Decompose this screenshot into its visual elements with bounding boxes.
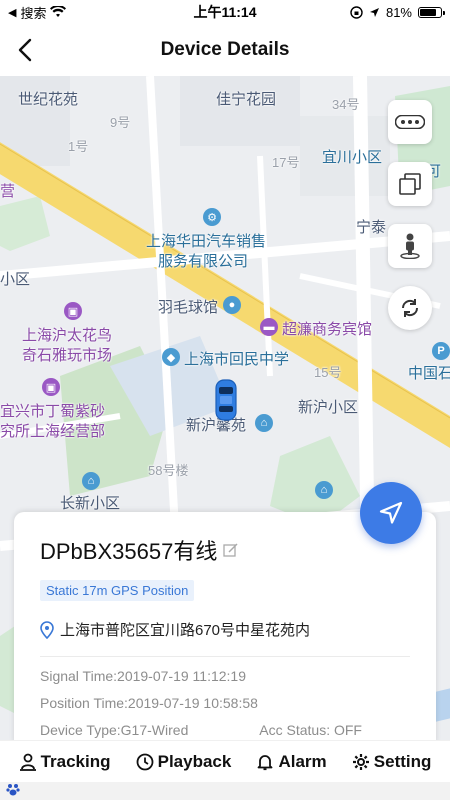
map-footer <box>0 782 450 800</box>
map-label: 究所上海经营部 <box>0 423 106 440</box>
map-label: 宜兴市丁蜀紫砂 <box>0 403 106 420</box>
action-bar: Tracking Playback Alarm Setting <box>0 740 450 782</box>
gps-status-badge: Static 17m GPS Position <box>40 580 195 601</box>
chevron-left-icon <box>18 38 32 62</box>
wifi-icon <box>50 6 67 17</box>
refresh-icon <box>401 299 419 317</box>
acc-status: Acc Status: OFF <box>259 722 362 738</box>
hotel-icon: ▬ <box>260 318 278 336</box>
carrier-label: 搜索 <box>20 5 47 21</box>
map-label: 15号 <box>314 365 342 380</box>
shopping-icon: ▣ <box>64 302 82 320</box>
playback-label: Playback <box>157 751 232 771</box>
tracking-label: Tracking <box>40 751 111 771</box>
address-row: 上海市普陀区宜川路670号中星花苑内 <box>40 619 410 640</box>
more-dots-icon <box>395 115 425 129</box>
tracking-button[interactable]: Tracking <box>19 751 111 772</box>
sports-icon: ● <box>223 296 241 314</box>
status-time: 上午11:14 <box>193 4 257 20</box>
map-label: 小区 <box>0 271 31 288</box>
back-button[interactable] <box>10 34 40 66</box>
map-label: 34号 <box>332 97 360 112</box>
school-icon: ◆ <box>162 348 180 366</box>
map-label: 营 <box>0 183 16 200</box>
battery-percent: 81% <box>385 4 412 20</box>
device-name: DPbBX35657有线 <box>40 539 218 564</box>
map-label: 超濂商务宾馆 <box>282 321 373 338</box>
map-provider-logo <box>6 782 20 799</box>
location-arrow-icon <box>369 7 379 17</box>
map-label: 上海沪太花鸟 <box>22 327 113 344</box>
divider <box>40 656 410 657</box>
map-label: 长新小区 <box>60 495 121 512</box>
navigation-bar: Device Details <box>0 24 450 76</box>
map-label: 羽毛球馆 <box>158 299 219 316</box>
history-clock-icon <box>136 753 154 770</box>
map-label: 奇石雅玩市场 <box>22 347 113 364</box>
device-info-card: DPbBX35657有线 Static 17m GPS Position 上海市… <box>14 512 436 744</box>
navigation-arrow-icon <box>379 501 403 524</box>
position-time: Position Time:2019-07-19 10:58:58 <box>40 695 258 711</box>
status-bar: ◀ 搜索 上午11:14 81% <box>0 0 450 24</box>
map-label: 17号 <box>272 155 300 170</box>
car-dealer-icon: ⚙ <box>203 208 221 226</box>
person-pin-icon <box>19 753 36 771</box>
device-address: 上海市普陀区宜川路670号中星花苑内 <box>60 622 311 639</box>
edit-icon[interactable] <box>223 542 239 558</box>
map-label: 佳宁花园 <box>216 91 277 108</box>
map-label: 中国石 <box>408 365 450 382</box>
streetview-button[interactable] <box>388 224 432 268</box>
map-label: 上海华田汽车销售 <box>146 233 267 250</box>
map-label: 上海市回民中学 <box>184 351 290 368</box>
copy-icon <box>399 173 421 195</box>
person-streetview-icon <box>400 233 420 259</box>
device-type-row: Device Type:G17-Wired Acc Status: OFF <box>40 722 410 738</box>
alarm-button[interactable]: Alarm <box>256 751 327 772</box>
device-type: Device Type:G17-Wired <box>40 722 189 738</box>
map-label: 新沪小区 <box>298 399 359 416</box>
residence-icon: ⌂ <box>315 481 333 499</box>
refresh-button[interactable] <box>388 286 432 330</box>
navigate-button[interactable] <box>360 482 422 544</box>
copy-button[interactable] <box>388 162 432 206</box>
gas-station-icon: P <box>432 342 450 360</box>
page-title: Device Details <box>160 39 290 60</box>
battery-icon <box>418 6 445 18</box>
map-label: 58号楼 <box>148 463 189 478</box>
more-button[interactable] <box>388 100 432 144</box>
playback-button[interactable]: Playback <box>136 751 232 772</box>
map-label: 宜川小区 <box>322 149 383 166</box>
alarm-label: Alarm <box>278 751 327 771</box>
signal-time: Signal Time:2019-07-19 11:12:19 <box>40 668 246 684</box>
device-car-marker[interactable] <box>214 378 238 422</box>
gear-icon <box>352 753 369 770</box>
setting-label: Setting <box>373 751 432 771</box>
back-to-search-icon[interactable]: ◀ <box>8 6 16 19</box>
setting-button[interactable]: Setting <box>352 751 432 772</box>
rotation-lock-icon <box>350 5 363 19</box>
map-label: 9号 <box>110 115 131 130</box>
map-label: 服务有限公司 <box>158 253 249 270</box>
residence-icon: ⌂ <box>82 472 100 490</box>
map-label: 宁泰 <box>356 219 387 236</box>
map-label: 1号 <box>68 139 89 154</box>
shopping-icon: ▣ <box>42 378 60 396</box>
map-label: 世纪花苑 <box>18 91 79 108</box>
bell-icon <box>258 754 273 770</box>
residence-icon: ⌂ <box>255 414 273 432</box>
location-pin-icon <box>40 620 54 639</box>
